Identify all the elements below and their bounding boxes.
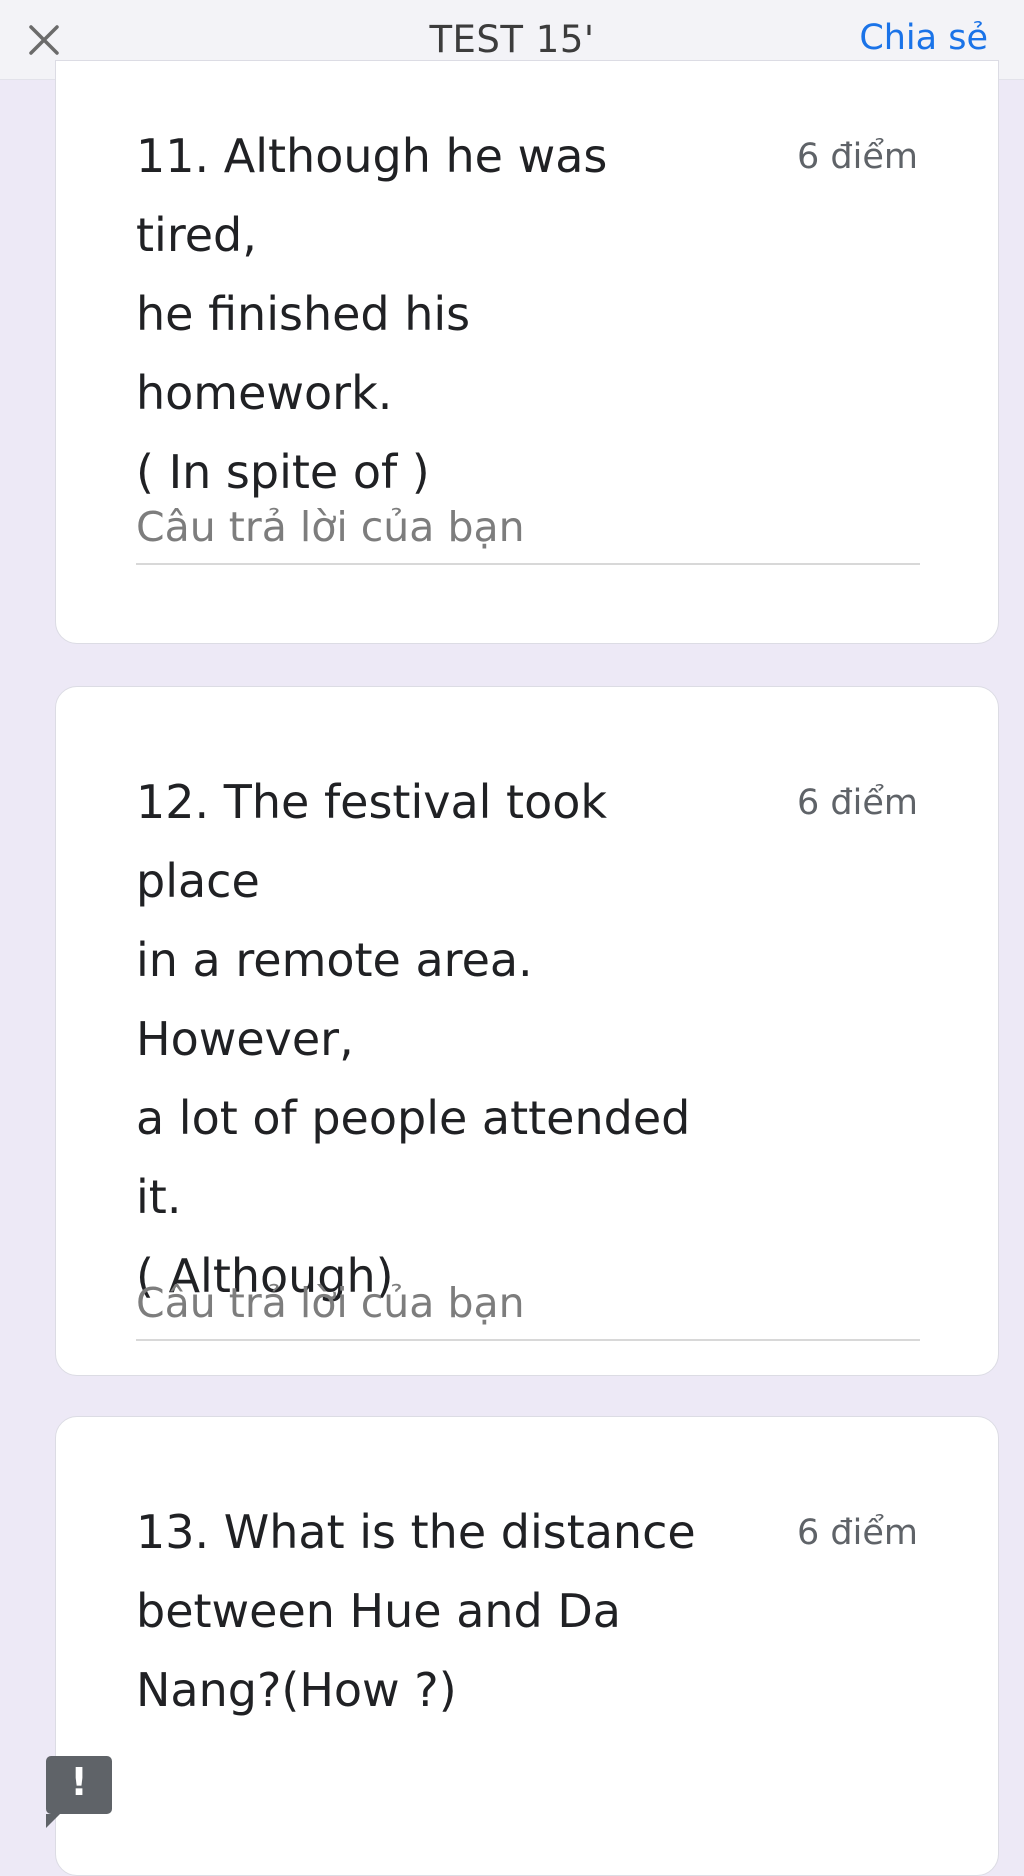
question-card-11: 11. Although he was tired, he finished h… [55, 60, 999, 644]
question-text: 11. Although he was tired, he finished h… [136, 129, 608, 499]
answer-input[interactable] [136, 1267, 920, 1341]
question-card-12: 12. The festival took place in a remote … [55, 686, 999, 1376]
answer-input[interactable] [136, 491, 920, 565]
report-issue-button[interactable]: ! [46, 1756, 112, 1828]
points-label: 6 điểm [797, 1513, 918, 1553]
question-text: 13. What is the distance between Hue and… [136, 1505, 696, 1717]
question-card-13: 13. What is the distance between Hue and… [55, 1416, 999, 1876]
question-text: 12. The festival took place in a remote … [136, 775, 691, 1303]
points-label: 6 điểm [797, 137, 918, 177]
points-label: 6 điểm [797, 783, 918, 823]
share-button[interactable]: Chia sẻ [859, 18, 988, 58]
exclamation-icon: ! [70, 1760, 88, 1804]
